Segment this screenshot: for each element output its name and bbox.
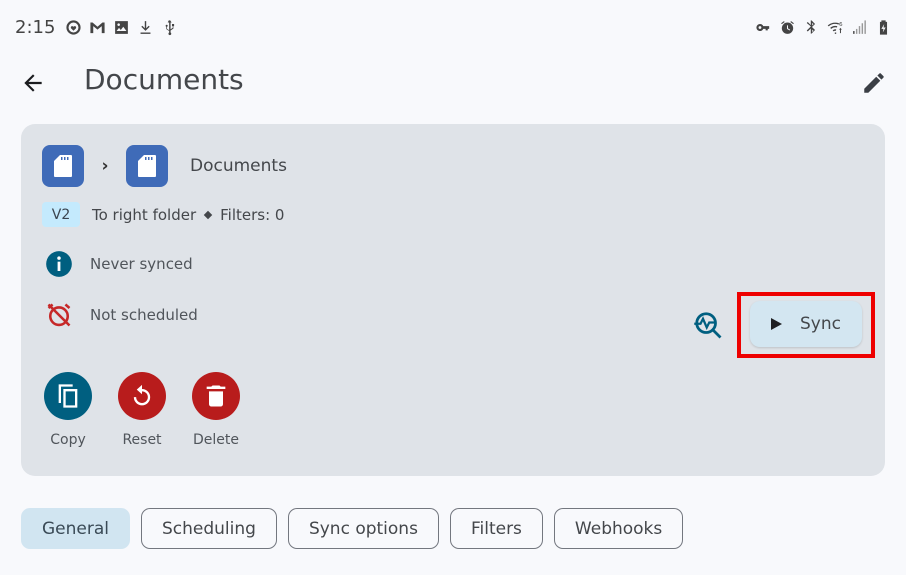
tab-general[interactable]: General	[21, 508, 130, 549]
sync-status-text: Never synced	[90, 255, 193, 273]
info-icon	[45, 250, 73, 278]
status-left: 2:15	[15, 17, 178, 38]
meta-text: To right folder Filters: 0	[92, 206, 284, 224]
schedule-status-text: Not scheduled	[90, 306, 198, 324]
settings-tabs: General Scheduling Sync options Filters …	[21, 508, 684, 549]
delete-icon	[192, 372, 240, 420]
tab-scheduling[interactable]: Scheduling	[141, 508, 277, 549]
vpn-key-icon	[755, 19, 772, 36]
gmail-icon	[89, 19, 106, 36]
usb-icon	[161, 19, 178, 36]
sync-area: Sync	[691, 292, 875, 358]
alarm-off-icon	[45, 301, 73, 329]
signal-icon	[851, 19, 868, 36]
copy-button[interactable]: Copy	[44, 372, 92, 448]
tab-filters[interactable]: Filters	[449, 508, 543, 549]
page-title: Documents	[84, 63, 244, 96]
separator-dot	[203, 210, 213, 219]
sync-history-button[interactable]	[691, 308, 725, 342]
copy-label: Copy	[50, 432, 86, 448]
edit-button[interactable]	[858, 67, 890, 99]
reset-icon	[118, 372, 166, 420]
copy-icon	[44, 372, 92, 420]
chevron-right-icon: ›	[101, 156, 109, 176]
bluetooth-icon	[803, 19, 820, 36]
schedule-status-row: Not scheduled	[45, 301, 198, 329]
sync-pair-card: › Documents V2 To right folder Filters: …	[21, 124, 885, 476]
source-storage-button[interactable]	[42, 145, 84, 187]
alarm-icon	[779, 19, 796, 36]
pencil-icon	[861, 70, 887, 96]
download-icon	[137, 19, 154, 36]
sync-direction: To right folder	[92, 205, 197, 224]
app-bar: Documents	[0, 55, 906, 111]
sync-button-highlight: Sync	[737, 292, 875, 358]
sync-status-row: Never synced	[45, 250, 193, 278]
arrow-back-icon	[20, 70, 46, 96]
sync-button-label: Sync	[800, 314, 841, 334]
tab-sync-options[interactable]: Sync options	[287, 508, 439, 549]
image-icon	[113, 19, 130, 36]
folder-name: Documents	[190, 156, 287, 176]
sd-card-icon	[53, 154, 73, 178]
reset-button[interactable]: Reset	[118, 372, 166, 448]
wifi-6-icon: 6	[827, 19, 844, 36]
delete-button[interactable]: Delete	[192, 372, 240, 448]
svg-text:6: 6	[839, 22, 843, 28]
version-badge: V2	[42, 202, 80, 227]
back-button[interactable]	[16, 66, 50, 100]
location-heart-icon	[65, 19, 82, 36]
activity-search-icon	[693, 310, 723, 340]
sync-meta: V2 To right folder Filters: 0	[42, 202, 284, 227]
sync-button[interactable]: Sync	[750, 301, 862, 347]
status-time: 2:15	[15, 17, 56, 38]
tab-webhooks[interactable]: Webhooks	[553, 508, 684, 549]
delete-label: Delete	[193, 432, 239, 448]
status-bar: 2:15 6	[0, 0, 906, 55]
filters-count: Filters: 0	[220, 205, 285, 224]
folder-path: › Documents	[42, 145, 287, 187]
card-actions: Copy Reset Delete	[44, 372, 240, 448]
play-icon	[771, 318, 782, 330]
sd-card-icon	[137, 154, 157, 178]
reset-label: Reset	[122, 432, 162, 448]
status-right: 6	[755, 19, 892, 36]
battery-charging-icon	[875, 19, 892, 36]
target-storage-button[interactable]	[126, 145, 168, 187]
